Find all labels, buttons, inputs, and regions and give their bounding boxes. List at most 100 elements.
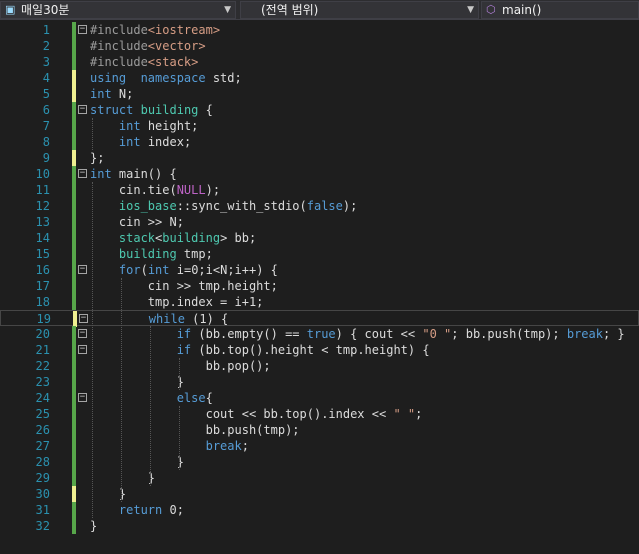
collapse-icon[interactable]: − — [79, 314, 88, 323]
function-dropdown[interactable]: ⬡ main() — [481, 1, 639, 19]
code-text: if (bb.top().height < tmp.height) { — [176, 343, 430, 357]
code-line[interactable]: 3 #include<stack> — [0, 54, 639, 70]
code-line[interactable]: 27 break; — [0, 438, 639, 454]
change-indicator — [72, 86, 76, 102]
change-indicator — [72, 54, 76, 70]
indent-guide — [178, 406, 180, 470]
code-line[interactable]: 23 } — [0, 374, 639, 390]
change-indicator — [72, 326, 76, 342]
code-line[interactable]: 28 } — [0, 454, 639, 470]
code-text: cout << bb.top().index << " "; — [90, 407, 423, 421]
code-line[interactable]: 14 stack<building> bb; — [0, 230, 639, 246]
indent-guide — [120, 278, 122, 502]
line-number: 24 — [35, 391, 50, 405]
code-line[interactable]: 18 tmp.index = i+1; — [0, 294, 639, 310]
line-number: 7 — [42, 119, 50, 133]
collapse-icon[interactable]: − — [78, 105, 87, 114]
code-line[interactable]: 32} — [0, 518, 639, 534]
code-editor[interactable]: 1− #include<iostream> 2 #include<vector> 3 #i… — [0, 20, 639, 554]
code-line[interactable]: 6 − struct building { — [0, 102, 639, 118]
change-indicator — [72, 454, 76, 470]
code-text: using namespace std; — [90, 71, 242, 85]
code-line[interactable]: 7 int height; — [0, 118, 639, 134]
scope-dropdown[interactable]: (전역 범위) ▼ — [240, 1, 479, 19]
code-line[interactable]: 19 − while (1) { — [0, 310, 639, 327]
change-indicator — [72, 406, 76, 422]
change-indicator — [72, 166, 76, 182]
line-number: 21 — [35, 343, 50, 357]
code-text: cin >> N; — [90, 215, 184, 229]
line-number: 29 — [35, 471, 50, 485]
code-line[interactable]: 9}; — [0, 150, 639, 166]
collapse-icon[interactable]: − — [78, 329, 87, 338]
change-indicator — [72, 470, 76, 486]
code-line[interactable]: 5 int N; — [0, 86, 639, 102]
code-line[interactable]: 25 cout << bb.top().index << " "; — [0, 406, 639, 422]
code-line[interactable]: 13 cin >> N; — [0, 214, 639, 230]
line-number: 23 — [35, 375, 50, 389]
line-number: 26 — [35, 423, 50, 437]
code-text: bb.pop(); — [90, 359, 271, 373]
code-line[interactable]: 31 return 0; — [0, 502, 639, 518]
change-indicator — [72, 134, 76, 150]
code-text: int N; — [90, 87, 134, 101]
collapse-icon[interactable]: − — [78, 345, 87, 354]
chevron-down-icon: ▼ — [467, 5, 474, 15]
line-number: 31 — [35, 503, 50, 517]
change-indicator — [72, 358, 76, 374]
code-line[interactable]: 17 cin >> tmp.height; — [0, 278, 639, 294]
project-label: 매일30분 — [21, 3, 70, 17]
line-number: 25 — [35, 407, 50, 421]
code-text: int height; — [118, 119, 199, 133]
function-label: main() — [502, 3, 542, 17]
code-line[interactable]: 1 − #include<iostream> — [0, 22, 639, 38]
code-text: } — [90, 375, 184, 389]
navigation-bar: ▣ 매일30분 ▼ (전역 범위) ▼ ⬡ main() — [0, 0, 639, 20]
collapse-icon[interactable]: − — [78, 169, 87, 178]
collapse-icon[interactable]: − — [78, 265, 87, 274]
change-indicator — [72, 342, 76, 358]
code-line[interactable]: 11 cin.tie(NULL); — [0, 182, 639, 198]
code-text: return 0; — [118, 503, 184, 517]
change-indicator — [72, 486, 76, 502]
code-line[interactable]: 21 − if (bb.top().height < tmp.height) { — [0, 342, 639, 358]
code-line[interactable]: 4 using namespace std; — [0, 70, 639, 86]
change-indicator — [72, 22, 76, 38]
change-indicator — [72, 518, 76, 534]
code-line[interactable]: 30 } — [0, 486, 639, 502]
line-number: 15 — [35, 247, 50, 261]
change-indicator — [72, 38, 76, 54]
code-text: } — [90, 471, 156, 485]
line-number: 32 — [35, 519, 50, 533]
change-indicator — [73, 311, 77, 327]
code-line[interactable]: 26 bb.push(tmp); — [0, 422, 639, 438]
code-line[interactable]: 15 building tmp; — [0, 246, 639, 262]
code-line[interactable]: 20 − if (bb.empty() == true) { cout << "0… — [0, 326, 639, 342]
code-text: #include<iostream> — [90, 23, 221, 37]
code-text: cin >> tmp.height; — [90, 279, 278, 293]
chevron-down-icon: ▼ — [224, 5, 231, 15]
code-line[interactable]: 10 − int main() { — [0, 166, 639, 182]
collapse-icon[interactable]: − — [78, 25, 87, 34]
code-line[interactable]: 8 int index; — [0, 134, 639, 150]
code-line[interactable]: 29 } — [0, 470, 639, 486]
code-text: else{ — [176, 391, 213, 405]
code-text: for(int i=0;i<N;i++) { — [118, 263, 278, 277]
change-indicator — [72, 102, 76, 118]
collapse-icon[interactable]: − — [78, 393, 87, 402]
code-line[interactable]: 12 ios_base::sync_with_stdio(false); — [0, 198, 639, 214]
code-line[interactable]: 2 #include<vector> — [0, 38, 639, 54]
line-number: 28 — [35, 455, 50, 469]
project-dropdown[interactable]: ▣ 매일30분 ▼ — [0, 1, 236, 19]
code-line[interactable]: 24 − else{ — [0, 390, 639, 406]
code-line[interactable]: 16 − for(int i=0;i<N;i++) { — [0, 262, 639, 278]
line-number: 6 — [42, 103, 50, 117]
change-indicator — [72, 214, 76, 230]
line-number: 1 — [42, 23, 50, 37]
change-indicator — [72, 118, 76, 134]
indent-guide — [92, 118, 93, 150]
code-text: } — [90, 455, 184, 469]
change-indicator — [72, 390, 76, 406]
line-number: 13 — [35, 215, 50, 229]
code-line[interactable]: 22 bb.pop(); — [0, 358, 639, 374]
